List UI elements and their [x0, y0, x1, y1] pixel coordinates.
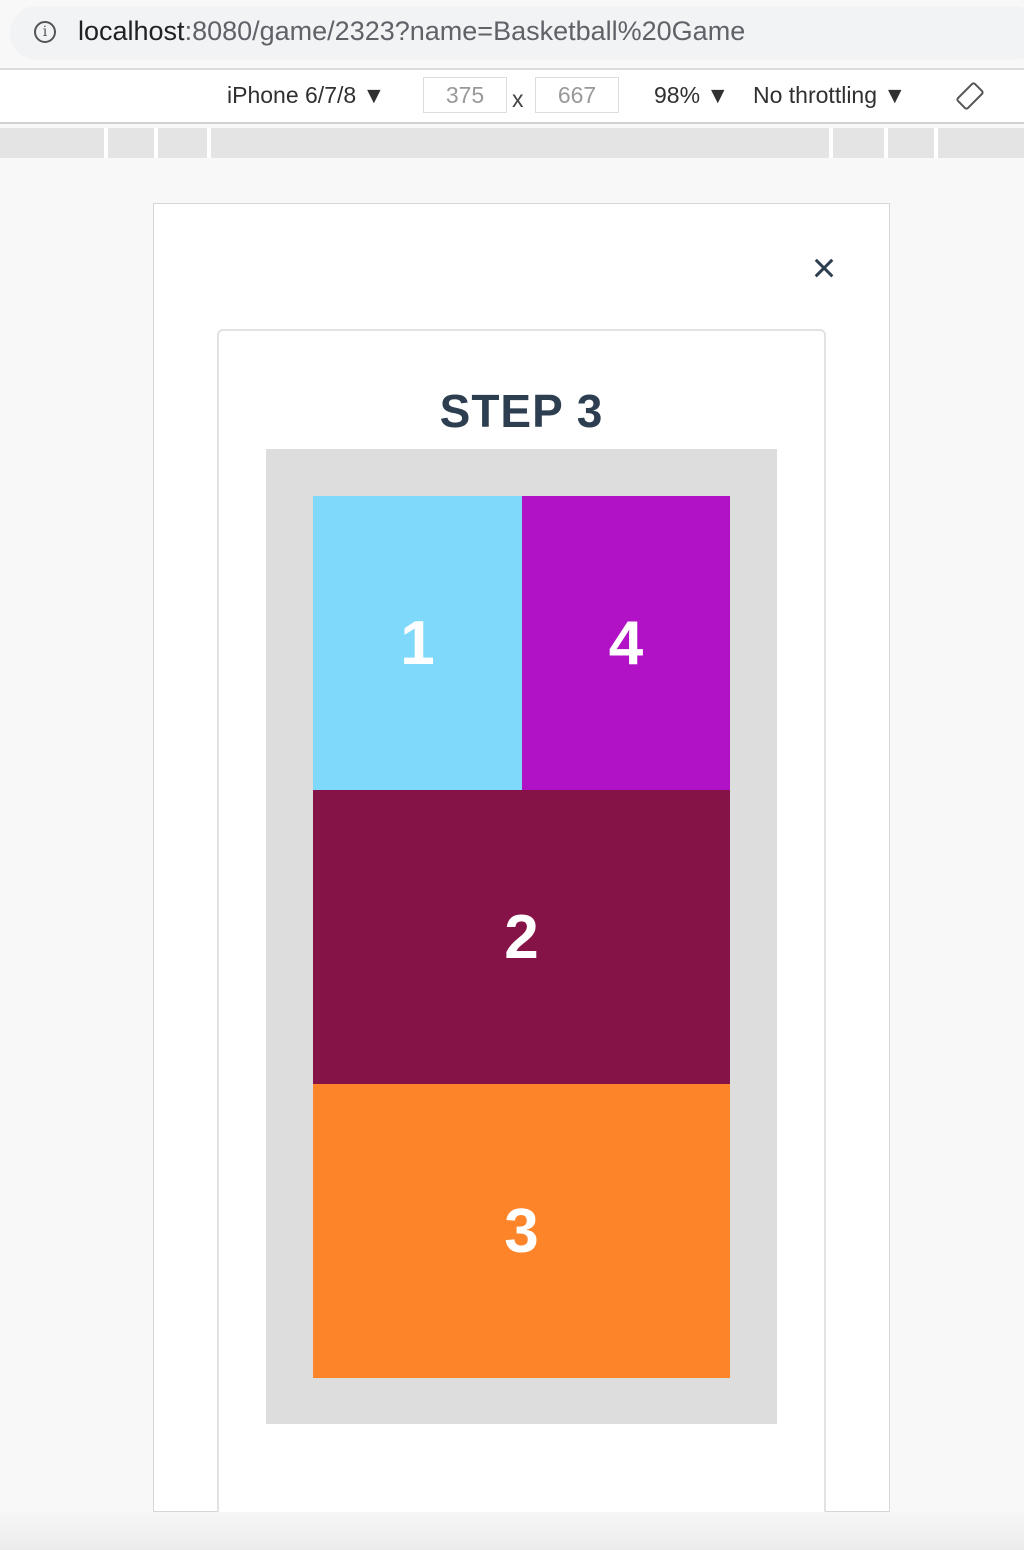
ruler-separator: [154, 128, 158, 158]
ruler-separator: [104, 128, 108, 158]
ruler-separator: [207, 128, 211, 158]
tile-board: 1 4 2 3: [266, 449, 777, 1424]
width-input[interactable]: 375: [423, 77, 507, 113]
ruler-separator: [934, 128, 938, 158]
media-query-bar[interactable]: [0, 128, 1024, 158]
tile-2[interactable]: 2: [313, 790, 730, 1084]
page-bottom: [0, 1512, 1024, 1550]
close-icon[interactable]: ×: [806, 247, 842, 289]
dimension-separator: x: [512, 86, 524, 112]
ruler-separator: [829, 128, 833, 158]
tile-3[interactable]: 3: [313, 1084, 730, 1378]
tile-1[interactable]: 1: [313, 496, 522, 790]
rotate-icon[interactable]: [955, 81, 985, 111]
zoom-select[interactable]: 98% ▼: [654, 82, 729, 109]
url-text[interactable]: localhost:8080/game/2323?name=Basketball…: [78, 16, 745, 47]
info-icon[interactable]: i: [34, 21, 56, 43]
tile-4[interactable]: 4: [522, 496, 730, 790]
ruler-separator: [884, 128, 888, 158]
url-path: :8080/game/2323?name=Basketball%20Game: [184, 16, 746, 46]
url-host: localhost: [78, 16, 185, 46]
device-toolbar: iPhone 6/7/8 ▼ 375 x 667 98% ▼ No thrott…: [0, 70, 1024, 124]
step-title: STEP 3: [439, 385, 604, 437]
height-input[interactable]: 667: [535, 77, 619, 113]
device-select[interactable]: iPhone 6/7/8 ▼: [227, 82, 385, 109]
throttling-select[interactable]: No throttling ▼: [753, 82, 906, 109]
